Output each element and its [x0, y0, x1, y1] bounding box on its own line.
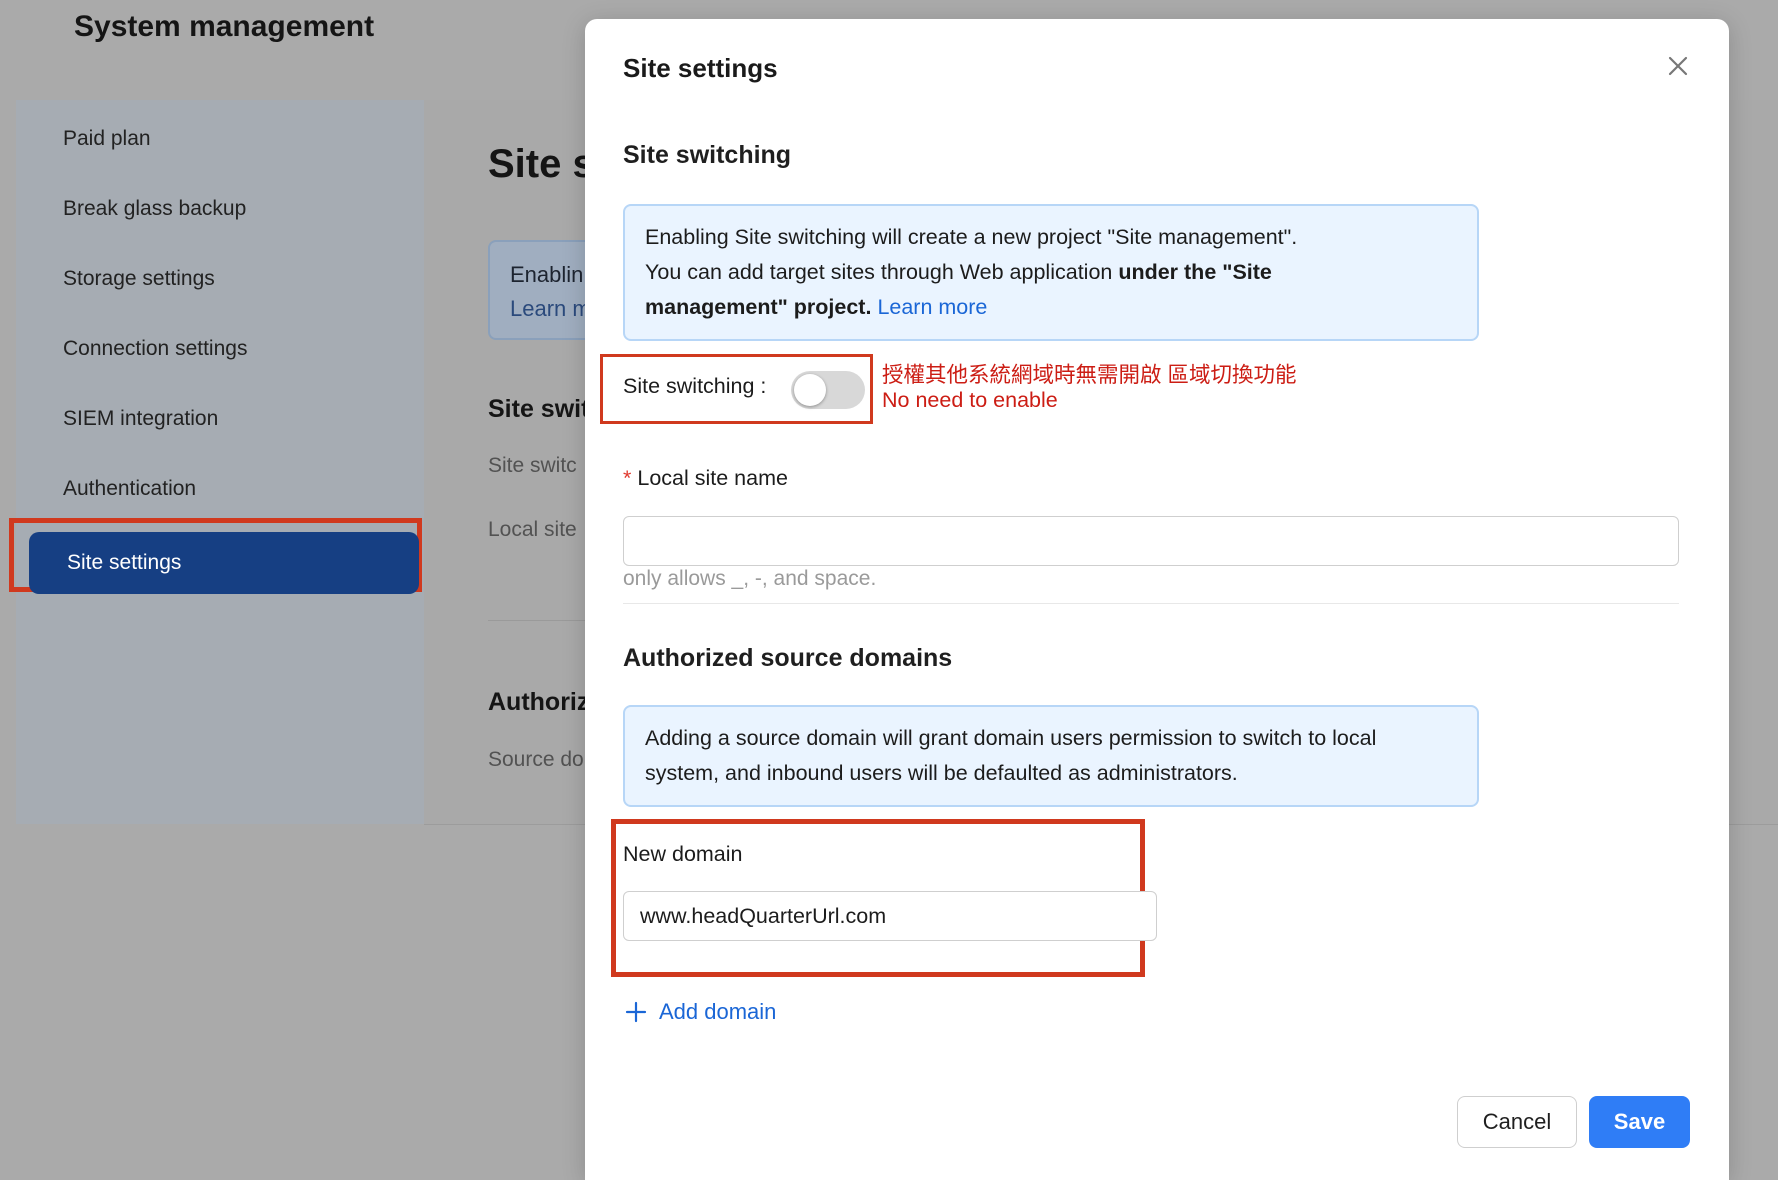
local-site-name-help: only allows _, -, and space.	[623, 567, 877, 590]
info-text-line-2-bold: under the "Site	[1118, 260, 1272, 284]
cancel-button[interactable]: Cancel	[1457, 1096, 1577, 1148]
site-switching-title: Site switching	[623, 141, 792, 169]
background-local-site-label: Local site	[488, 518, 577, 541]
background-heading: Site s	[488, 142, 595, 186]
background-source-label: Source do	[488, 748, 584, 771]
info-text-line-1: Enabling Site switching will create a ne…	[645, 225, 1298, 249]
required-mark: *	[623, 466, 632, 490]
plus-icon	[625, 1001, 647, 1023]
close-icon[interactable]	[1663, 51, 1693, 81]
new-domain-label: New domain	[623, 842, 743, 866]
sidebar-item-break-glass-backup[interactable]: Break glass backup	[63, 195, 246, 223]
local-site-name-label: * Local site name	[623, 466, 788, 491]
page-title: System management	[74, 10, 375, 43]
add-domain-label: Add domain	[659, 999, 777, 1024]
sidebar-item-authentication[interactable]: Authentication	[63, 475, 196, 503]
site-switching-toggle[interactable]	[791, 371, 865, 409]
background-site-switching-title: Site swit	[488, 395, 590, 423]
learn-more-link[interactable]: Learn more	[877, 295, 987, 319]
info-text-line-2: You can add target sites through Web app…	[645, 260, 1119, 284]
authorized-info-line-1: Adding a source domain will grant domain…	[645, 726, 1377, 750]
annotation-english: No need to enable	[882, 388, 1058, 412]
sidebar-item-connection-settings[interactable]: Connection settings	[63, 335, 247, 363]
background-authorized-title: Authoriz	[488, 688, 590, 716]
site-switching-info-box: Enabling Site switching will create a ne…	[623, 204, 1479, 341]
local-site-name-input[interactable]	[623, 516, 1679, 566]
sidebar-item-paid-plan[interactable]: Paid plan	[63, 125, 151, 153]
annotation-chinese: 授權其他系統網域時無需開啟 區域切換功能	[882, 363, 1297, 387]
background-learn-link: Learn m	[510, 296, 591, 321]
add-domain-button[interactable]: Add domain	[625, 995, 776, 1029]
highlight-frame-site-settings: Site settings	[9, 518, 422, 594]
new-domain-input[interactable]	[623, 891, 1157, 941]
authorized-info-line-2: system, and inbound users will be defaul…	[645, 761, 1238, 785]
section-divider	[623, 603, 1679, 604]
sidebar-item-site-settings[interactable]: Site settings	[29, 532, 419, 594]
save-button[interactable]: Save	[1589, 1096, 1690, 1148]
toggle-knob	[794, 374, 826, 406]
sidebar: Paid plan Break glass backup Storage set…	[16, 100, 425, 824]
sidebar-item-siem-integration[interactable]: SIEM integration	[63, 405, 218, 433]
authorized-domains-title: Authorized source domains	[623, 644, 953, 672]
site-switching-label: Site switching :	[623, 374, 767, 398]
sidebar-item-storage-settings[interactable]: Storage settings	[63, 265, 215, 293]
modal-title: Site settings	[623, 53, 778, 83]
background-site-switching-label: Site switc	[488, 454, 577, 477]
info-text-line-3-bold: management" project.	[645, 295, 872, 319]
background-alert-text: Enablin	[510, 262, 584, 287]
local-site-name-label-text: Local site name	[637, 466, 788, 490]
site-settings-modal: Site settings Site switching Enabling Si…	[585, 19, 1729, 1180]
authorized-domains-info-box: Adding a source domain will grant domain…	[623, 705, 1479, 807]
